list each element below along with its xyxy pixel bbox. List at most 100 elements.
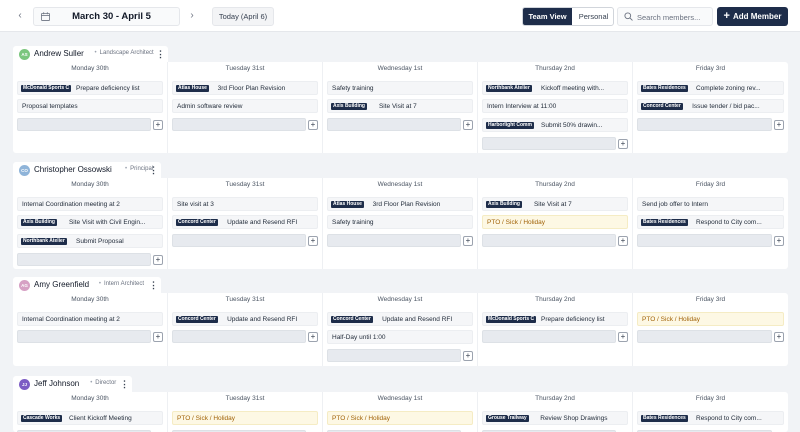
add-entry-button[interactable]: +: [308, 236, 318, 246]
task-text: Send job offer to Intern: [642, 201, 709, 208]
add-entry-button[interactable]: +: [308, 332, 318, 342]
task-entry[interactable]: Safety training: [327, 215, 473, 229]
team-view-tab[interactable]: Team View: [523, 8, 572, 25]
pto-entry[interactable]: PTO / Sick / Holiday: [172, 411, 318, 425]
task-entry[interactable]: Site visit at 3: [172, 197, 318, 211]
task-text: Submit 50% drawin...: [541, 122, 603, 129]
task-entry[interactable]: Bates Residences Respond to City com...: [637, 215, 784, 229]
new-entry-input[interactable]: [327, 234, 461, 247]
task-entry[interactable]: Concord Center Update and Resend RFI: [172, 215, 318, 229]
task-entry[interactable]: Internal Coordination meeting at 2: [17, 197, 163, 211]
day-column: Friday 3rd Bates Residences Complete zonin…: [633, 62, 788, 153]
task-entry[interactable]: Concord Center Update and Resend RFI: [327, 312, 473, 326]
task-entry[interactable]: Concord Center Issue tender / bid pac...: [637, 99, 784, 113]
day-header: Friday 3rd: [695, 395, 726, 402]
new-entry-input[interactable]: [637, 118, 772, 131]
add-entry-button[interactable]: +: [153, 332, 163, 342]
day-header: Friday 3rd: [695, 181, 726, 188]
chevron-left-icon[interactable]: ‹: [13, 9, 27, 23]
avatar: AS: [19, 49, 30, 60]
member-week-row: Monday 30th Internal Coordination meeting…: [13, 178, 788, 269]
task-entry[interactable]: Atlas House 3rd Floor Plan Revision: [172, 81, 318, 95]
new-entry-input[interactable]: [327, 118, 461, 131]
task-entry[interactable]: Northbank Atelier Submit Proposal: [17, 234, 163, 248]
add-entry-button[interactable]: +: [774, 120, 784, 130]
task-entry[interactable]: Harborlight Comm Submit 50% drawin...: [482, 118, 628, 132]
task-entry[interactable]: McDonald Sports C Prepare deficiency list: [17, 81, 163, 95]
task-entry[interactable]: Atlas House 3rd Floor Plan Revision: [327, 197, 473, 211]
project-tag: Bates Residences: [641, 415, 688, 422]
add-entry-button[interactable]: +: [463, 236, 473, 246]
new-entry-input[interactable]: [17, 118, 151, 131]
member-week-row: Monday 30th McDonald Sports C Prepare defi…: [13, 62, 788, 153]
date-range-picker[interactable]: March 30 - April 5: [33, 7, 180, 26]
task-entry[interactable]: Send job offer to Intern: [637, 197, 784, 211]
add-member-button[interactable]: + Add Member: [717, 7, 788, 26]
more-options-icon[interactable]: ⋮: [149, 164, 158, 176]
search-members-input[interactable]: Search members...: [617, 7, 713, 26]
add-entry-button[interactable]: +: [618, 139, 628, 149]
pto-entry[interactable]: PTO / Sick / Holiday: [327, 411, 473, 425]
task-entry[interactable]: Concord Center Update and Resend RFI: [172, 312, 318, 326]
task-entry[interactable]: Grouse Trailway Review Shop Drawings: [482, 411, 628, 425]
pto-entry[interactable]: PTO / Sick / Holiday: [482, 215, 628, 229]
more-options-icon[interactable]: ⋮: [120, 378, 129, 390]
new-entry-input[interactable]: [482, 234, 616, 247]
project-tag: Concord Center: [331, 316, 373, 323]
day-column: Monday 30th Cascade Works Client Kickoff M…: [13, 392, 168, 432]
task-text: Intern Interview at 11:00: [487, 103, 557, 110]
more-options-icon[interactable]: ⋮: [156, 48, 165, 60]
new-entry-input[interactable]: [482, 137, 616, 150]
task-entry[interactable]: Safety training: [327, 81, 473, 95]
new-entry-input[interactable]: [172, 118, 306, 131]
task-entry[interactable]: Bates Residences Respond to City com...: [637, 411, 784, 425]
new-entry-input[interactable]: [637, 234, 772, 247]
new-entry-input[interactable]: [637, 330, 772, 343]
more-options-icon[interactable]: ⋮: [149, 279, 158, 291]
pto-entry[interactable]: PTO / Sick / Holiday: [637, 312, 784, 326]
task-entry[interactable]: Internal Coordination meeting at 2: [17, 312, 163, 326]
add-entry-button[interactable]: +: [153, 120, 163, 130]
task-entry[interactable]: Northbank Atelier Kickoff meeting with...: [482, 81, 628, 95]
add-entry-button[interactable]: +: [774, 332, 784, 342]
task-text: Prepare deficiency list: [76, 85, 140, 92]
task-entry[interactable]: Axis Building Site Visit at 7: [482, 197, 628, 211]
project-tag: Northbank Atelier: [486, 85, 532, 92]
task-entry[interactable]: Cascade Works Client Kickoff Meeting: [17, 411, 163, 425]
add-entry-button[interactable]: +: [774, 236, 784, 246]
add-entry-button[interactable]: +: [463, 120, 473, 130]
personal-view-tab[interactable]: Personal: [572, 8, 613, 25]
task-entry[interactable]: Proposal templates: [17, 99, 163, 113]
task-text: Admin software review: [177, 103, 243, 110]
today-button[interactable]: Today (April 6): [212, 7, 274, 26]
search-placeholder: Search members...: [637, 13, 701, 22]
add-entry-button[interactable]: +: [153, 255, 163, 265]
chevron-right-icon[interactable]: ›: [185, 9, 199, 23]
task-entry[interactable]: McDonald Sports C Prepare deficiency list: [482, 312, 628, 326]
task-entry[interactable]: Bates Residences Complete zoning rev...: [637, 81, 784, 95]
new-entry-input[interactable]: [17, 330, 151, 343]
new-entry-input[interactable]: [172, 234, 306, 247]
new-entry-input[interactable]: [327, 349, 461, 362]
add-entry-button[interactable]: +: [463, 351, 473, 361]
new-entry-input[interactable]: [482, 330, 616, 343]
task-entry[interactable]: Admin software review: [172, 99, 318, 113]
task-text: PTO / Sick / Holiday: [487, 219, 546, 226]
new-entry-input[interactable]: [172, 330, 306, 343]
task-text: Submit Proposal: [76, 238, 124, 245]
task-text: Proposal templates: [22, 103, 78, 110]
project-tag: McDonald Sports C: [21, 85, 72, 92]
task-entry[interactable]: Intern Interview at 11:00: [482, 99, 628, 113]
day-header: Wednesday 1st: [377, 296, 423, 303]
task-text: Review Shop Drawings: [540, 415, 608, 422]
add-entry-button[interactable]: +: [618, 332, 628, 342]
task-text: Safety training: [332, 219, 374, 226]
project-tag: Atlas House: [176, 85, 209, 92]
task-entry[interactable]: Half-Day until 1:00: [327, 330, 473, 344]
task-entry[interactable]: Axis Building Site Visit at 7: [327, 99, 473, 113]
add-entry-button[interactable]: +: [308, 120, 318, 130]
day-column: Friday 3rd Bates Residences Respond to Cit…: [633, 392, 788, 432]
task-entry[interactable]: Axis Building Site Visit with Civil Engin…: [17, 215, 163, 229]
add-entry-button[interactable]: +: [618, 236, 628, 246]
new-entry-input[interactable]: [17, 253, 151, 266]
